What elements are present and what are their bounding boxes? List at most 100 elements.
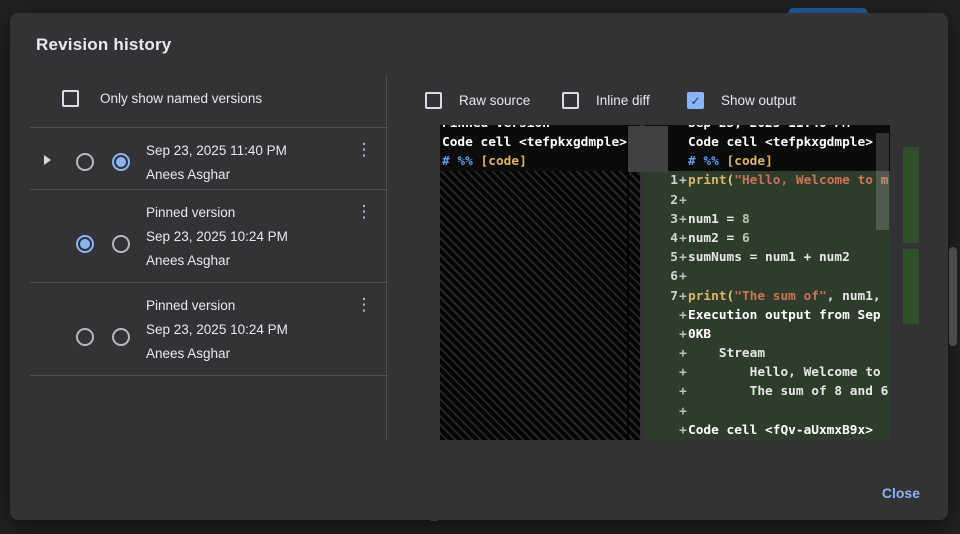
version-author: Anees Asghar: [146, 163, 287, 187]
expand-arrow-icon[interactable]: [44, 155, 51, 165]
diff-to-radio[interactable]: [112, 153, 130, 171]
code-line: Code cell <tefpkxgdmple>: [442, 133, 640, 152]
named-versions-label: Only show named versions: [100, 91, 262, 106]
version-row[interactable]: Sep 23, 2025 11:40 PMAnees Asghar ⋮: [30, 128, 387, 190]
line-number: [645, 344, 678, 363]
inline-diff-checkbox[interactable]: [562, 92, 579, 109]
added-code-line: 1+print("Hello, Welcome to m: [645, 171, 890, 190]
line-number: 7: [645, 287, 678, 306]
added-code-line: 5+sumNums = num1 + num2: [645, 248, 890, 267]
diff-plus-sign: +: [678, 191, 688, 210]
version-info: Sep 23, 2025 11:40 PMAnees Asghar: [146, 139, 287, 187]
diff-plus-sign: +: [678, 229, 688, 248]
line-number: [645, 306, 678, 325]
code-text: Execution output from Sep: [688, 306, 881, 325]
code-text: 0KB: [688, 325, 711, 344]
code-text: Stream: [688, 344, 765, 363]
diff-from-radio[interactable]: [76, 153, 94, 171]
code-text: num1 = 8: [688, 210, 750, 229]
diff-overview-added-marker: [903, 249, 919, 324]
code-text: sumNums = num1 + num2: [688, 248, 850, 267]
version-author: Anees Asghar: [146, 342, 288, 366]
diff-left-gutter-line: [627, 125, 629, 440]
version-author: Anees Asghar: [146, 249, 288, 273]
checkbox-label: Raw source: [459, 93, 530, 108]
close-button[interactable]: Close: [872, 481, 930, 505]
added-code-line: + The sum of 8 and 6: [645, 382, 890, 401]
line-number: 1: [645, 171, 678, 190]
code-text: print("Hello, Welcome to m: [688, 171, 888, 190]
diff-left-empty-region: [440, 171, 640, 440]
diff-from-radio[interactable]: [76, 328, 94, 346]
diff-right-clipped-line: Sep 23, 2025 11:40 PM: [645, 125, 890, 133]
diff-to-radio[interactable]: [112, 235, 130, 253]
more-options-icon[interactable]: ⋮: [355, 141, 373, 159]
diff-scrollbar-thumb-right[interactable]: [876, 133, 889, 230]
diff-plus-sign: +: [678, 363, 688, 382]
diff-plus-sign: +: [678, 267, 688, 286]
added-code-line: +: [645, 402, 890, 421]
version-date: Sep 23, 2025 10:24 PM: [146, 225, 288, 249]
diff-plus-sign: +: [678, 248, 688, 267]
checkbox-label: Inline diff: [596, 93, 650, 108]
code-text: num2 = 6: [688, 229, 750, 248]
line-number: 3: [645, 210, 678, 229]
added-code-line: +Code cell <fQv-aUxmxB9x>: [645, 421, 890, 440]
code-line: # %% [code]: [442, 152, 640, 171]
line-number: [645, 421, 678, 440]
code-line: # %% [code]: [645, 152, 890, 171]
added-code-line: + Hello, Welcome to: [645, 363, 890, 382]
more-options-icon[interactable]: ⋮: [355, 296, 373, 314]
line-number: [645, 382, 678, 401]
version-info: Pinned versionSep 23, 2025 10:24 PMAnees…: [146, 201, 288, 273]
diff-plus-sign: +: [678, 306, 688, 325]
code-text: print("The sum of", num1,: [688, 287, 881, 306]
revision-history-dialog: Revision history Only show named version…: [10, 13, 948, 520]
version-row[interactable]: Pinned versionSep 23, 2025 10:24 PMAnees…: [30, 190, 387, 283]
diff-plus-sign: +: [678, 402, 688, 421]
line-number: 6: [645, 267, 678, 286]
named-versions-checkbox[interactable]: [62, 90, 79, 107]
diff-overview-added-marker: [903, 147, 919, 243]
diff-right-header-block: Sep 23, 2025 11:40 PM Code cell <tefpkxg…: [645, 125, 890, 171]
diff-option-raw-source[interactable]: Raw source: [425, 89, 530, 111]
diff-option-show-output[interactable]: ✓ Show output: [687, 89, 796, 111]
version-name: Pinned version: [146, 294, 288, 318]
added-code-line: +0KB: [645, 325, 890, 344]
version-name: Pinned version: [146, 201, 288, 225]
more-options-icon[interactable]: ⋮: [355, 203, 373, 221]
panel-divider: [386, 75, 387, 440]
raw-source-checkbox[interactable]: [425, 92, 442, 109]
diff-from-radio[interactable]: [76, 235, 94, 253]
show-output-checkbox[interactable]: ✓: [687, 92, 704, 109]
line-number: 2: [645, 191, 678, 210]
diff-option-inline-diff[interactable]: Inline diff: [562, 89, 650, 111]
added-code-line: + Stream: [645, 344, 890, 363]
checkbox-label: Show output: [721, 93, 796, 108]
named-versions-filter[interactable]: Only show named versions: [62, 90, 262, 107]
diff-plus-sign: +: [678, 382, 688, 401]
added-code-line: 3+num1 = 8: [645, 210, 890, 229]
diff-to-radio[interactable]: [112, 328, 130, 346]
added-code-line: 7+print("The sum of", num1,: [645, 287, 890, 306]
page-scrollbar-thumb[interactable]: [949, 247, 957, 346]
version-date: Sep 23, 2025 11:40 PM: [146, 139, 287, 163]
diff-editor-original[interactable]: Pinned version Code cell <tefpkxgdmple>#…: [440, 125, 640, 440]
added-code-line: 2+: [645, 191, 890, 210]
version-date: Sep 23, 2025 10:24 PM: [146, 318, 288, 342]
line-number: [645, 402, 678, 421]
added-code-line: 4+num2 = 6: [645, 229, 890, 248]
line-number: 4: [645, 229, 678, 248]
diff-plus-sign: +: [678, 287, 688, 306]
diff-left-clipped-line: Pinned version: [442, 125, 640, 133]
diff-scrollbar-thumb-left[interactable]: [628, 126, 668, 172]
diff-plus-sign: +: [678, 344, 688, 363]
diff-editor-modified[interactable]: Sep 23, 2025 11:40 PM Code cell <tefpkxg…: [645, 125, 890, 440]
diff-plus-sign: +: [678, 325, 688, 344]
diff-left-header-block: Pinned version Code cell <tefpkxgdmple>#…: [440, 125, 640, 171]
line-number: [645, 363, 678, 382]
diff-added-region: 1+print("Hello, Welcome to m2+3+num1 = 8…: [645, 171, 890, 440]
version-row[interactable]: Pinned versionSep 23, 2025 10:24 PMAnees…: [30, 283, 387, 376]
code-text: The sum of 8 and 6: [688, 382, 888, 401]
diff-plus-sign: +: [678, 171, 688, 190]
